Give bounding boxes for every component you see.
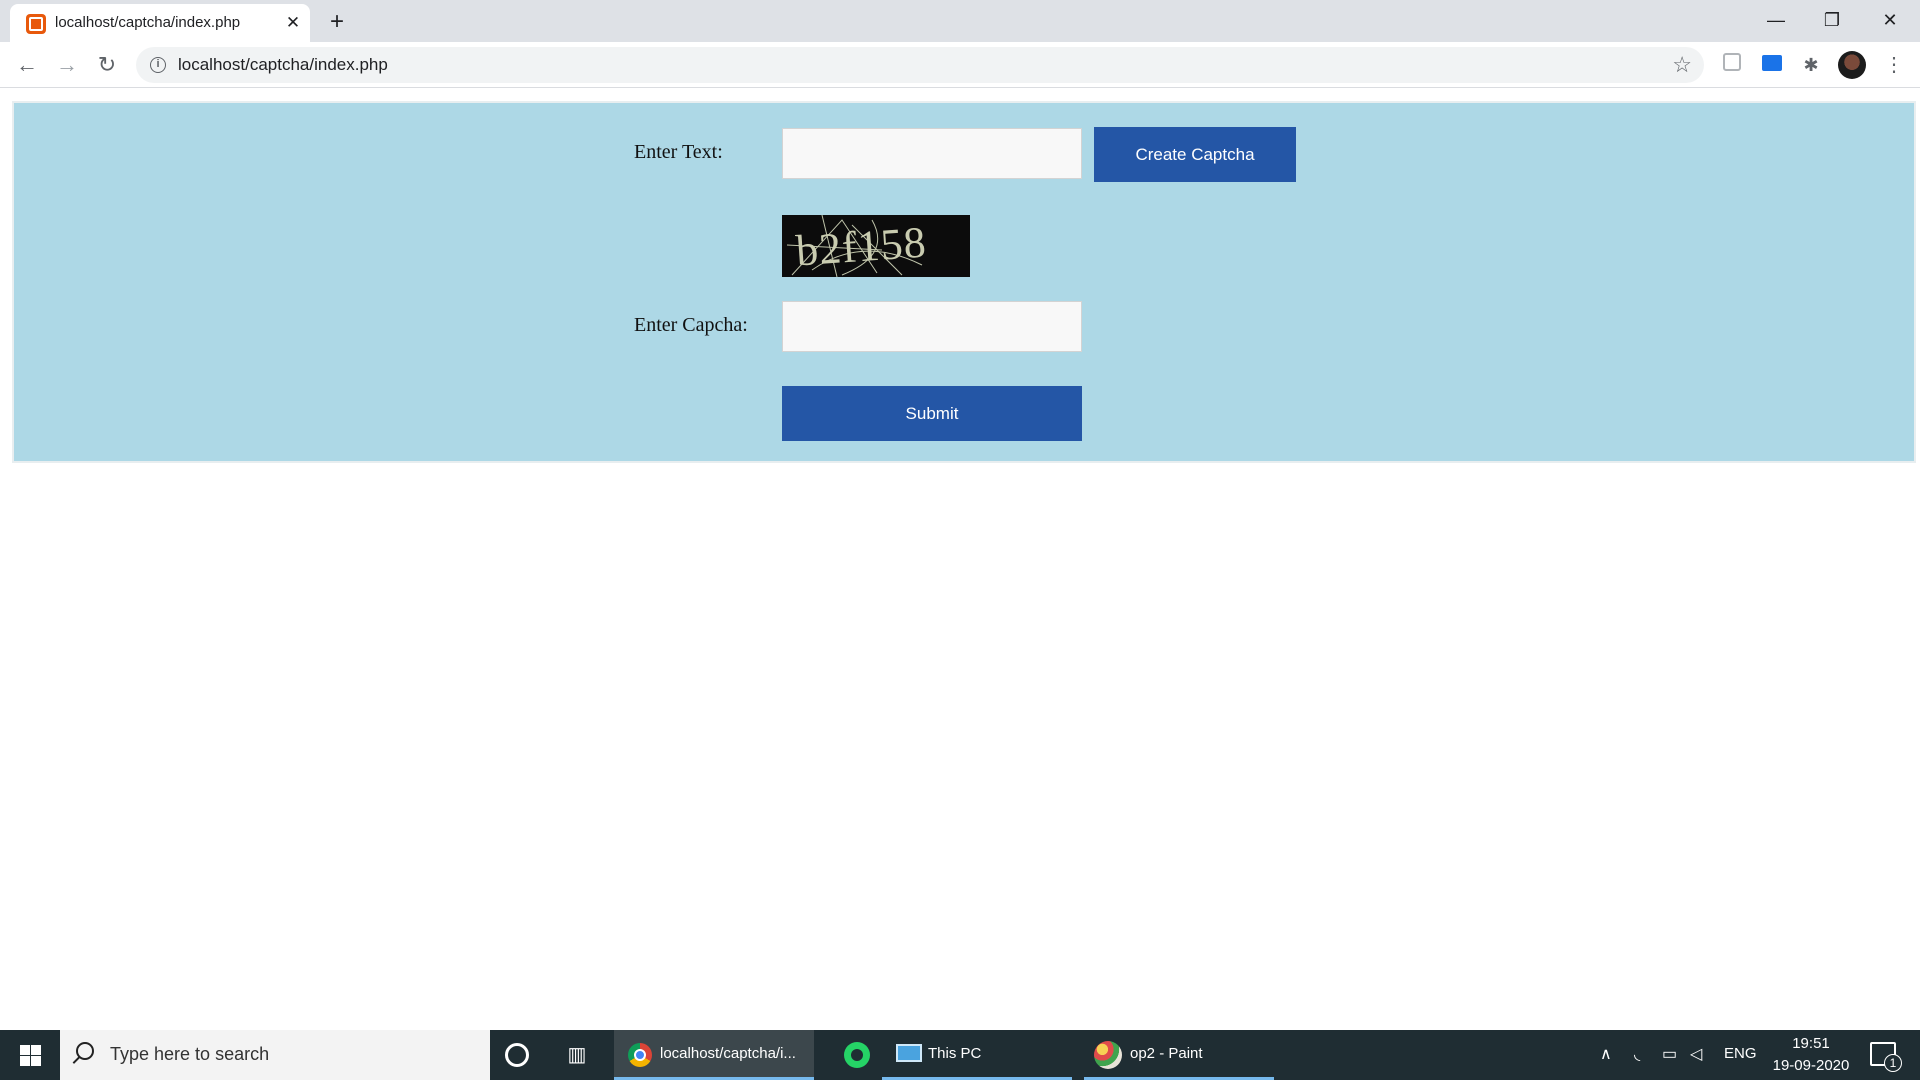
search-icon (76, 1042, 94, 1060)
address-url[interactable]: localhost/captcha/index.php (178, 55, 388, 75)
extensions-puzzle-icon[interactable]: ✱ (1797, 51, 1825, 79)
bookmark-star-icon[interactable]: ☆ (1672, 52, 1692, 78)
window-maximize-button[interactable]: ❐ (1804, 2, 1860, 38)
tab-title: localhost/captcha/index.php (55, 14, 241, 31)
xampp-favicon-icon (26, 14, 46, 34)
clock-date: 19-09-2020 (1772, 1057, 1850, 1074)
browser-tab-strip: localhost/captcha/index.php ✕ + — ❐ ✕ (0, 0, 1920, 42)
submit-button[interactable]: Submit (782, 386, 1082, 441)
windows-start-icon[interactable] (0, 1030, 60, 1080)
extension-cast-icon[interactable] (1758, 51, 1786, 79)
screen: localhost/captcha/index.php ✕ + — ❐ ✕ ← … (0, 0, 1920, 1080)
chrome-icon (628, 1043, 652, 1067)
language-indicator[interactable]: ENG (1724, 1045, 1757, 1080)
whatsapp-icon (844, 1042, 870, 1068)
enter-capcha-label: Enter Capcha: (634, 314, 748, 336)
notification-count-badge: 1 (1884, 1054, 1902, 1072)
volume-icon[interactable]: ◁ (1690, 1044, 1702, 1080)
captcha-form-panel: Enter Text: Create Captcha b2f158 Enter … (12, 101, 1916, 463)
enter-capcha-input[interactable] (782, 301, 1082, 352)
taskbar-app-whatsapp[interactable] (826, 1030, 886, 1080)
new-tab-button[interactable]: + (322, 8, 352, 38)
create-captcha-button[interactable]: Create Captcha (1094, 127, 1296, 182)
browser-menu-icon[interactable]: ⋮ (1880, 51, 1908, 79)
taskbar-app-paint[interactable]: op2 - Paint (1084, 1030, 1274, 1080)
taskbar-app-label: localhost/captcha/i... (660, 1045, 796, 1062)
reload-button[interactable]: ↻ (91, 49, 123, 81)
task-view-icon[interactable]: ▥ (565, 1043, 589, 1067)
extension-pocket-icon[interactable] (1718, 51, 1746, 79)
battery-icon[interactable]: ▭ (1662, 1044, 1677, 1080)
enter-text-label: Enter Text: (634, 141, 723, 163)
window-close-button[interactable]: ✕ (1862, 2, 1918, 38)
windows-taskbar: Type here to search ▥ localhost/captcha/… (0, 1030, 1920, 1080)
site-info-icon[interactable]: i (150, 57, 166, 73)
profile-avatar[interactable] (1838, 51, 1866, 79)
tab-close-icon[interactable]: ✕ (282, 12, 304, 34)
taskbar-app-chrome[interactable]: localhost/captcha/i... (614, 1030, 814, 1080)
page-content: Enter Text: Create Captcha b2f158 Enter … (0, 89, 1920, 1030)
system-clock[interactable]: 19:51 19-09-2020 (1768, 1033, 1854, 1080)
window-minimize-button[interactable]: — (1748, 2, 1804, 38)
taskbar-app-label: This PC (928, 1045, 982, 1062)
taskbar-app-this-pc[interactable]: This PC (882, 1030, 1072, 1080)
browser-toolbar: ← → ↻ i localhost/captcha/index.php ☆ ✱ … (0, 42, 1920, 88)
address-bar[interactable]: i localhost/captcha/index.php ☆ (136, 47, 1704, 83)
enter-text-input[interactable] (782, 128, 1082, 179)
this-pc-icon (896, 1044, 922, 1062)
clock-time: 19:51 (1792, 1035, 1830, 1052)
captcha-image: b2f158 (782, 215, 970, 277)
show-hidden-icons-icon[interactable]: ∧ (1600, 1044, 1612, 1080)
forward-button[interactable]: → (51, 49, 83, 81)
network-icon[interactable]: ◟ (1634, 1044, 1640, 1080)
cortana-icon[interactable] (505, 1043, 529, 1067)
taskbar-app-label: op2 - Paint (1130, 1045, 1203, 1062)
taskbar-search-placeholder: Type here to search (110, 1044, 270, 1064)
captcha-image-text: b2f158 (794, 217, 929, 276)
browser-tab[interactable]: localhost/captcha/index.php ✕ (10, 4, 310, 42)
paint-icon (1094, 1041, 1122, 1069)
notification-center-icon[interactable]: 1 (1870, 1042, 1902, 1072)
taskbar-search-box[interactable]: Type here to search (60, 1030, 490, 1080)
back-button[interactable]: ← (11, 49, 43, 81)
